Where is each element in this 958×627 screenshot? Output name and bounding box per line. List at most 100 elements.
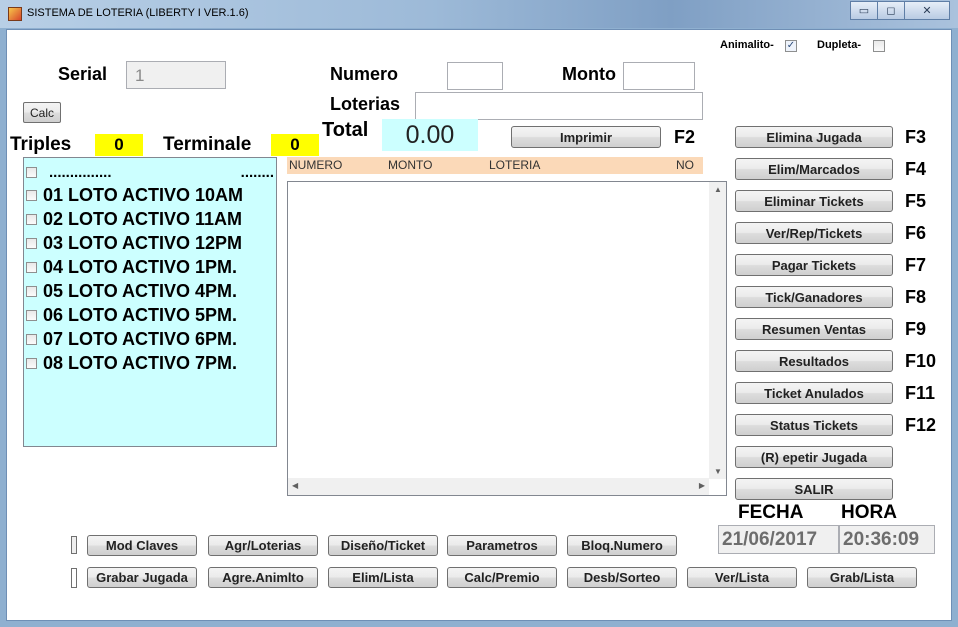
numero-input[interactable] <box>447 62 503 90</box>
bloq-numero-button[interactable]: Bloq.Numero <box>567 535 677 556</box>
lottery-item[interactable]: 07 LOTO ACTIVO 6PM. <box>26 328 237 350</box>
hidden-input-stub[interactable] <box>71 568 77 588</box>
lottery-item[interactable]: 01 LOTO ACTIVO 10AM <box>26 184 243 206</box>
scroll-down-icon[interactable]: ▼ <box>714 467 722 476</box>
plays-list[interactable]: ▲ ▼ ◀ ▶ <box>287 181 727 496</box>
status-tickets-button[interactable]: Status Tickets <box>735 414 893 436</box>
minimize-icon: ▭ <box>858 5 870 17</box>
calc-premio-button[interactable]: Calc/Premio <box>447 567 557 588</box>
lottery-item[interactable]: 06 LOTO ACTIVO 5PM. <box>26 304 237 326</box>
lottery-item[interactable]: 04 LOTO ACTIVO 1PM. <box>26 256 237 278</box>
diseno-ticket-button[interactable]: Diseño/Ticket <box>328 535 438 556</box>
scroll-right-icon[interactable]: ▶ <box>699 481 705 490</box>
tick-ganadores-button[interactable]: Tick/Ganadores <box>735 286 893 308</box>
hora-field: 20:36:09 <box>839 525 935 554</box>
lottery-item[interactable]: 05 LOTO ACTIVO 4PM. <box>26 280 237 302</box>
numero-label: Numero <box>330 64 399 84</box>
shortcut-f4: F4 <box>905 159 927 179</box>
scroll-up-icon[interactable]: ▲ <box>714 185 722 194</box>
elim-lista-button[interactable]: Elim/Lista <box>328 567 438 588</box>
horizontal-scrollbar[interactable]: ◀ ▶ <box>288 478 709 495</box>
lottery-label: 01 LOTO ACTIVO 10AM <box>43 184 244 205</box>
lottery-item[interactable]: 03 LOTO ACTIVO 12PM <box>26 232 242 254</box>
elim-marcados-button[interactable]: Elim/Marcados <box>735 158 893 180</box>
lottery-label: 02 LOTO ACTIVO 11AM <box>43 208 243 229</box>
ticket-anulados-button[interactable]: Ticket Anulados <box>735 382 893 404</box>
desb-sorteo-button[interactable]: Desb/Sorteo <box>567 567 677 588</box>
grab-lista-button[interactable]: Grab/Lista <box>807 567 917 588</box>
lottery-checkbox[interactable] <box>26 309 37 321</box>
resultados-button[interactable]: Resultados <box>735 350 893 372</box>
loterias-label: Loterias <box>330 94 401 114</box>
shortcut-f9: F9 <box>905 319 927 339</box>
title-bar: SISTEMA DE LOTERIA (LIBERTY I VER.1.6) ▭… <box>0 0 958 28</box>
animalito-label: Animalito- <box>720 39 774 51</box>
serial-label: Serial <box>58 64 108 84</box>
app-icon <box>8 7 22 21</box>
imprimir-button[interactable]: Imprimir <box>511 126 661 148</box>
ver-lista-button[interactable]: Ver/Lista <box>687 567 797 588</box>
triples-counter: 0 <box>95 134 143 156</box>
mod-claves-button[interactable]: Mod Claves <box>87 535 197 556</box>
window-title: SISTEMA DE LOTERIA (LIBERTY I VER.1.6) <box>27 7 249 19</box>
animalito-checkbox[interactable]: ✓ <box>785 40 797 52</box>
shortcut-f11: F11 <box>905 383 936 403</box>
salir-button[interactable]: SALIR <box>735 478 893 500</box>
maximize-button[interactable]: ◻ <box>877 1 905 20</box>
agre-animlto-button[interactable]: Agre.Animlto <box>208 567 318 588</box>
lottery-checkbox[interactable] <box>26 189 37 201</box>
pagar-tickets-button[interactable]: Pagar Tickets <box>735 254 893 276</box>
ver-rep-tickets-button[interactable]: Ver/Rep/Tickets <box>735 222 893 244</box>
calc-button[interactable]: Calc <box>23 102 61 123</box>
lottery-label: 07 LOTO ACTIVO 6PM. <box>43 328 238 349</box>
hora-label: HORA <box>841 502 897 523</box>
shortcut-f3: F3 <box>905 127 927 147</box>
lottery-item[interactable]: 02 LOTO ACTIVO 11AM <box>26 208 242 230</box>
lottery-checkbox[interactable] <box>26 333 37 345</box>
lottery-label: 06 LOTO ACTIVO 5PM. <box>43 304 238 325</box>
fecha-label: FECHA <box>738 502 804 523</box>
main-form: Animalito- ✓ Dupleta- Serial 1 Numero Mo… <box>6 29 952 621</box>
repetir-jugada-button[interactable]: (R) epetir Jugada <box>735 446 893 468</box>
minimize-button[interactable]: ▭ <box>850 1 878 20</box>
monto-input[interactable] <box>623 62 695 90</box>
total-label: Total <box>322 119 369 141</box>
parametros-button[interactable]: Parametros <box>447 535 557 556</box>
vertical-scrollbar[interactable]: ▲ ▼ <box>709 182 726 479</box>
select-all-checkbox[interactable] <box>26 166 37 178</box>
plays-grid-header: NUMERO MONTO LOTERIA NO <box>287 157 703 174</box>
hidden-control-stub[interactable] <box>71 536 77 554</box>
shortcut-f12: F12 <box>905 415 937 435</box>
shortcut-f5: F5 <box>905 191 927 211</box>
dupleta-checkbox[interactable] <box>873 40 885 52</box>
loterias-input[interactable] <box>415 92 703 120</box>
lottery-label: 04 LOTO ACTIVO 1PM. <box>43 256 238 277</box>
elimina-jugada-button[interactable]: Elimina Jugada <box>735 126 893 148</box>
agr-loterias-button[interactable]: Agr/Loterias <box>208 535 318 556</box>
lottery-checkbox[interactable] <box>26 285 37 297</box>
imprimir-shortcut: F2 <box>674 127 696 147</box>
shortcut-f6: F6 <box>905 223 927 243</box>
lottery-checkbox[interactable] <box>26 237 37 249</box>
lottery-checkbox[interactable] <box>26 213 37 225</box>
column-loteria: LOTERIA <box>489 158 541 172</box>
lottery-item[interactable]: 08 LOTO ACTIVO 7PM. <box>26 352 237 374</box>
monto-label: Monto <box>562 64 616 84</box>
resumen-ventas-button[interactable]: Resumen Ventas <box>735 318 893 340</box>
triples-label: Triples <box>10 134 72 155</box>
column-numero: NUMERO <box>289 158 343 172</box>
close-button[interactable]: ✕ <box>904 1 950 20</box>
grabar-jugada-button[interactable]: Grabar Jugada <box>87 567 197 588</box>
lottery-label: 05 LOTO ACTIVO 4PM. <box>43 280 238 301</box>
lottery-label: 08 LOTO ACTIVO 7PM. <box>43 352 238 373</box>
eliminar-tickets-button[interactable]: Eliminar Tickets <box>735 190 893 212</box>
select-all-dots-right: ........ <box>240 163 274 181</box>
dupleta-label: Dupleta- <box>817 39 861 51</box>
maximize-icon: ◻ <box>886 5 896 17</box>
scroll-left-icon[interactable]: ◀ <box>292 481 298 490</box>
serial-field[interactable]: 1 <box>126 61 226 89</box>
lottery-checkbox[interactable] <box>26 357 37 369</box>
lottery-checkbox[interactable] <box>26 261 37 273</box>
fecha-field: 21/06/2017 <box>718 525 839 554</box>
select-all-row[interactable]: ............... ........ <box>26 161 274 183</box>
